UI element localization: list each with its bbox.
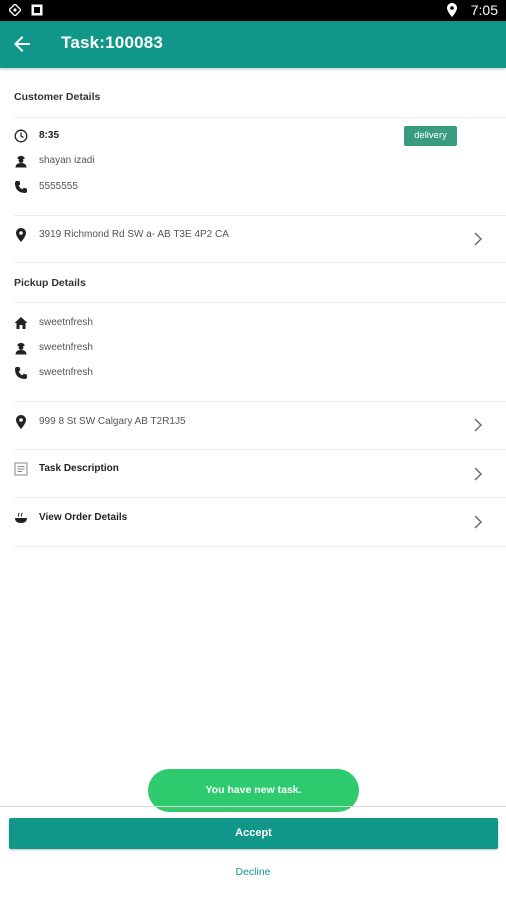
clock-icon — [14, 129, 28, 143]
customer-address: 3919 Richmond Rd SW a- AB T3E 4P2 CA — [39, 229, 229, 240]
customer-address-row[interactable]: 3919 Richmond Rd SW a- AB T3E 4P2 CA — [14, 228, 229, 242]
customer-phone: 5555555 — [39, 181, 78, 192]
status-time: 7:05 — [470, 2, 498, 18]
pickup-phone-row[interactable]: sweetnfresh — [14, 366, 93, 380]
divider — [14, 117, 506, 118]
pickup-details-header: Pickup Details — [14, 277, 86, 289]
chevron-right-icon[interactable] — [472, 467, 484, 481]
person-icon — [14, 154, 28, 168]
pickup-contact: sweetnfresh — [39, 342, 93, 353]
arrow-left-icon — [14, 36, 30, 52]
page-title: Task:100083 — [61, 33, 164, 52]
divider — [14, 497, 506, 498]
divider — [14, 546, 506, 547]
pickup-address-row[interactable]: 999 8 St SW Calgary AB T2R1J5 — [14, 415, 186, 429]
location-pin-icon — [14, 228, 28, 242]
pickup-store: sweetnfresh — [39, 317, 93, 328]
task-type-badge: delivery — [404, 126, 457, 146]
location-status-icon — [446, 3, 457, 17]
notification-icon — [31, 4, 43, 16]
location-pin-icon — [14, 415, 28, 429]
person-icon — [14, 341, 28, 355]
back-button[interactable] — [10, 32, 34, 56]
chevron-right-icon[interactable] — [472, 418, 484, 432]
task-description-row[interactable]: Task Description — [14, 462, 119, 476]
app-bar: Task:100083 — [0, 21, 506, 68]
chevron-right-icon[interactable] — [472, 232, 484, 246]
view-order-details-row[interactable]: View Order Details — [14, 511, 127, 525]
divider — [14, 215, 506, 216]
accept-button[interactable]: Accept — [9, 818, 498, 849]
chevron-right-icon[interactable] — [472, 515, 484, 529]
divider — [14, 302, 506, 303]
customer-time: 8:35 — [39, 130, 60, 141]
customer-phone-row[interactable]: 5555555 — [14, 180, 78, 194]
customer-details-header: Customer Details — [14, 91, 101, 103]
food-bowl-icon — [14, 511, 28, 525]
bottom-divider — [0, 806, 506, 807]
customer-time-row: 8:35 — [14, 129, 59, 143]
pickup-phone: sweetnfresh — [39, 367, 93, 378]
customer-name-row: shayan izadi — [14, 154, 95, 168]
home-icon — [14, 316, 28, 330]
divider — [14, 449, 506, 450]
decline-button[interactable]: Decline — [0, 866, 506, 878]
divider — [14, 262, 506, 263]
status-bar: 7:05 — [0, 0, 506, 21]
description-icon — [14, 462, 28, 476]
phone-icon — [14, 180, 28, 194]
gps-icon — [9, 4, 21, 16]
phone-icon — [14, 366, 28, 380]
customer-name: shayan izadi — [39, 155, 95, 166]
pickup-contact-row: sweetnfresh — [14, 341, 93, 355]
task-description-label: Task Description — [39, 463, 119, 474]
pickup-store-row: sweetnfresh — [14, 316, 93, 330]
view-order-details-label: View Order Details — [39, 512, 128, 523]
divider — [14, 401, 506, 402]
pickup-address: 999 8 St SW Calgary AB T2R1J5 — [39, 416, 186, 427]
